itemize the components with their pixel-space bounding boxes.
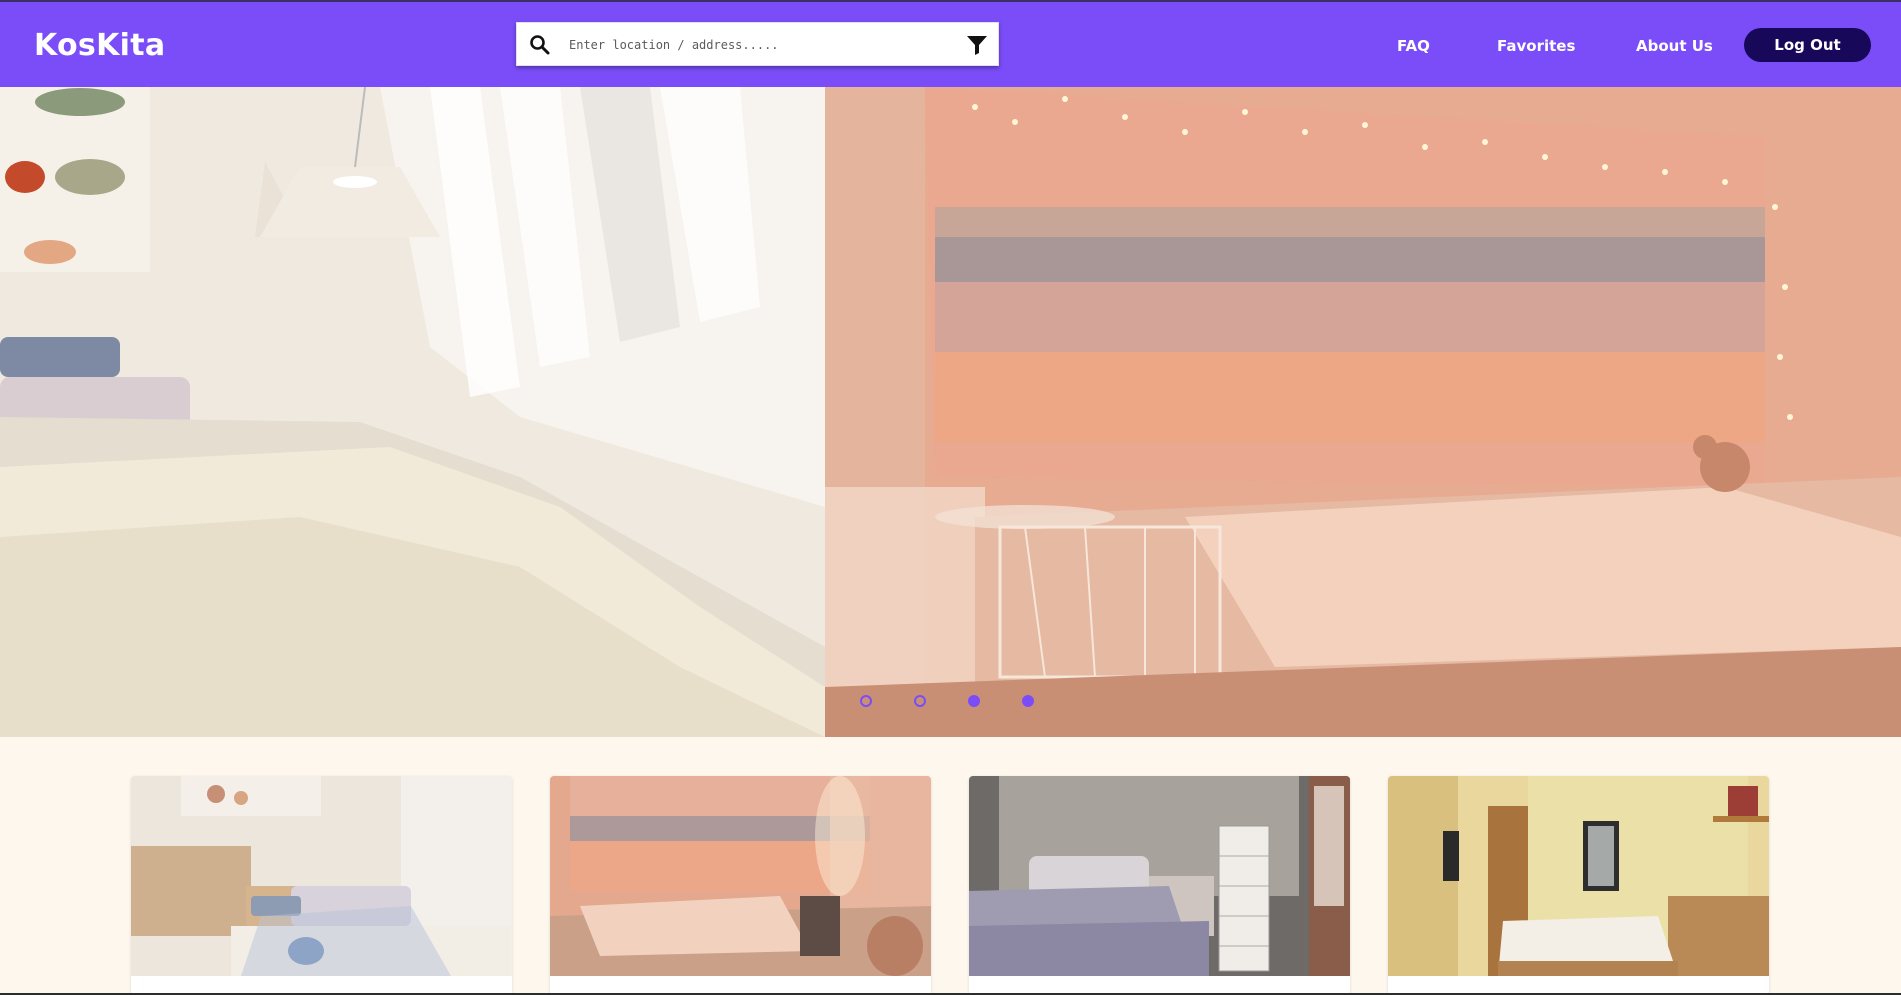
listing-cards <box>0 776 1901 995</box>
listing-card-image <box>131 776 512 976</box>
carousel-indicator-2[interactable] <box>914 695 926 707</box>
carousel-slide-image <box>825 87 1901 737</box>
carousel-indicator-3[interactable] <box>968 695 980 707</box>
logout-button[interactable]: Log Out <box>1744 28 1871 62</box>
carousel-indicator-1[interactable] <box>860 695 872 707</box>
listing-card-image <box>969 776 1350 976</box>
carousel-slide-image <box>0 87 825 737</box>
site-logo[interactable]: KosKita <box>34 28 165 63</box>
nav-favorites[interactable]: Favorites <box>1497 37 1575 55</box>
listing-card[interactable] <box>969 776 1350 995</box>
listing-card-image <box>1388 776 1769 976</box>
listing-card[interactable] <box>550 776 931 995</box>
search-bar <box>516 22 999 66</box>
location-search-input[interactable] <box>567 32 951 58</box>
listing-card[interactable] <box>131 776 512 995</box>
carousel-indicator-4[interactable] <box>1022 695 1034 707</box>
listing-card[interactable] <box>1388 776 1769 995</box>
hero-carousel[interactable] <box>0 87 1901 737</box>
nav-faq[interactable]: FAQ <box>1397 37 1430 55</box>
listing-card-image <box>550 776 931 976</box>
search-icon[interactable] <box>528 33 552 57</box>
navbar: KosKita FAQ Favorites About Us Log Out <box>0 2 1901 87</box>
filter-icon[interactable] <box>966 34 988 56</box>
nav-about-us[interactable]: About Us <box>1636 37 1713 55</box>
